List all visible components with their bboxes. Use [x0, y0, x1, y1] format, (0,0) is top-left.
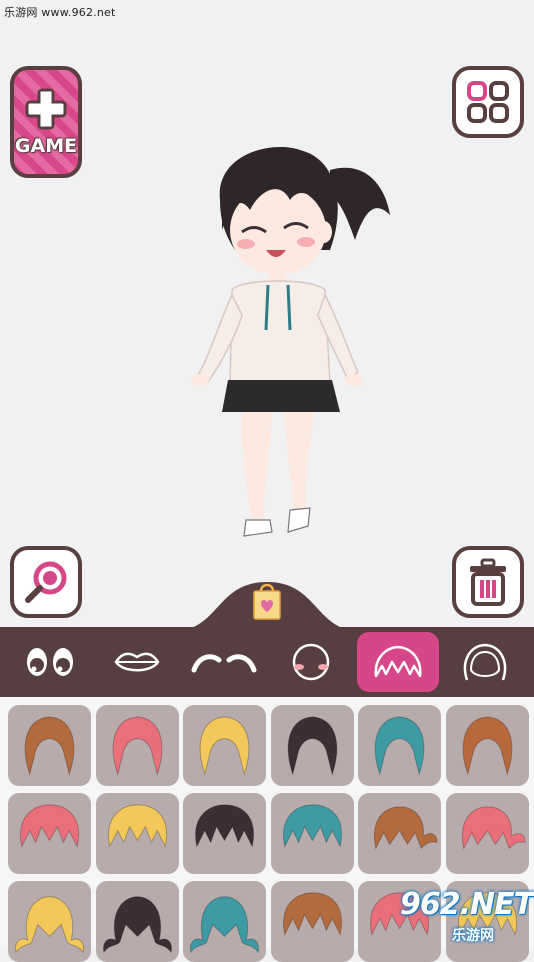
watermark-logo-subtext: 乐游网 — [452, 928, 494, 944]
hair-thumbnail — [190, 896, 259, 954]
watermark-logo: 962.NET 乐游网 — [400, 887, 534, 945]
hair-option[interactable] — [445, 793, 529, 874]
tab-eyes[interactable] — [9, 632, 91, 692]
tab-front-hair[interactable] — [356, 632, 439, 692]
face-icon — [292, 643, 329, 681]
hair-thumbnail — [15, 896, 84, 954]
hair-option[interactable] — [183, 793, 266, 874]
tab-face[interactable] — [270, 632, 352, 692]
game-label: GAME — [14, 135, 78, 157]
front-hair-icon — [374, 645, 421, 678]
hair-option[interactable] — [445, 705, 529, 786]
eyes-icon — [26, 648, 73, 676]
hair-option[interactable] — [95, 793, 179, 874]
hair-thumbnail — [112, 716, 162, 776]
hair-thumbnail — [195, 804, 254, 848]
hair-thumbnail — [374, 716, 425, 776]
hair-option[interactable] — [358, 705, 441, 786]
watermark-logo-text: 962.NET — [400, 887, 534, 922]
hair-thumbnail — [282, 804, 342, 848]
hair-option[interactable] — [270, 705, 354, 786]
category-toolbar — [0, 627, 534, 697]
menu-button[interactable] — [452, 66, 524, 138]
hair-option[interactable] — [270, 881, 354, 962]
hair-thumbnail — [462, 716, 512, 776]
hair-option[interactable] — [183, 705, 266, 786]
hair-option[interactable] — [8, 793, 91, 874]
hair-thumbnail — [24, 716, 75, 776]
hair-thumbnail — [282, 892, 342, 936]
grid-icon — [467, 81, 509, 123]
hair-thumbnail — [287, 716, 337, 776]
tab-mouth[interactable] — [96, 632, 178, 692]
tab-back-hair[interactable] — [444, 632, 526, 692]
hair-thumbnail — [20, 804, 79, 848]
more-games-button[interactable]: GAME — [10, 66, 82, 178]
hair-thumbnail — [373, 806, 438, 850]
tab-eyebrows[interactable] — [183, 632, 265, 692]
hair-option[interactable] — [183, 881, 266, 962]
hair-option[interactable] — [8, 881, 91, 962]
hair-option[interactable] — [358, 793, 441, 874]
shopping-bag-icon[interactable] — [251, 581, 283, 621]
back-hair-icon — [463, 643, 506, 681]
hair-option[interactable] — [95, 705, 179, 786]
watermark-text: 乐游网 www.962.net — [4, 6, 116, 19]
hair-thumbnail — [199, 716, 250, 776]
hair-thumbnail — [102, 896, 172, 954]
plus-icon — [25, 88, 67, 130]
hair-thumbnail — [107, 804, 167, 848]
hair-option[interactable] — [270, 793, 354, 874]
eyebrows-icon — [191, 654, 256, 673]
hair-option[interactable] — [95, 881, 179, 962]
hair-thumbnail — [461, 806, 526, 850]
hair-option[interactable] — [8, 705, 91, 786]
character-avatar[interactable] — [180, 140, 400, 550]
lips-icon — [114, 652, 159, 672]
